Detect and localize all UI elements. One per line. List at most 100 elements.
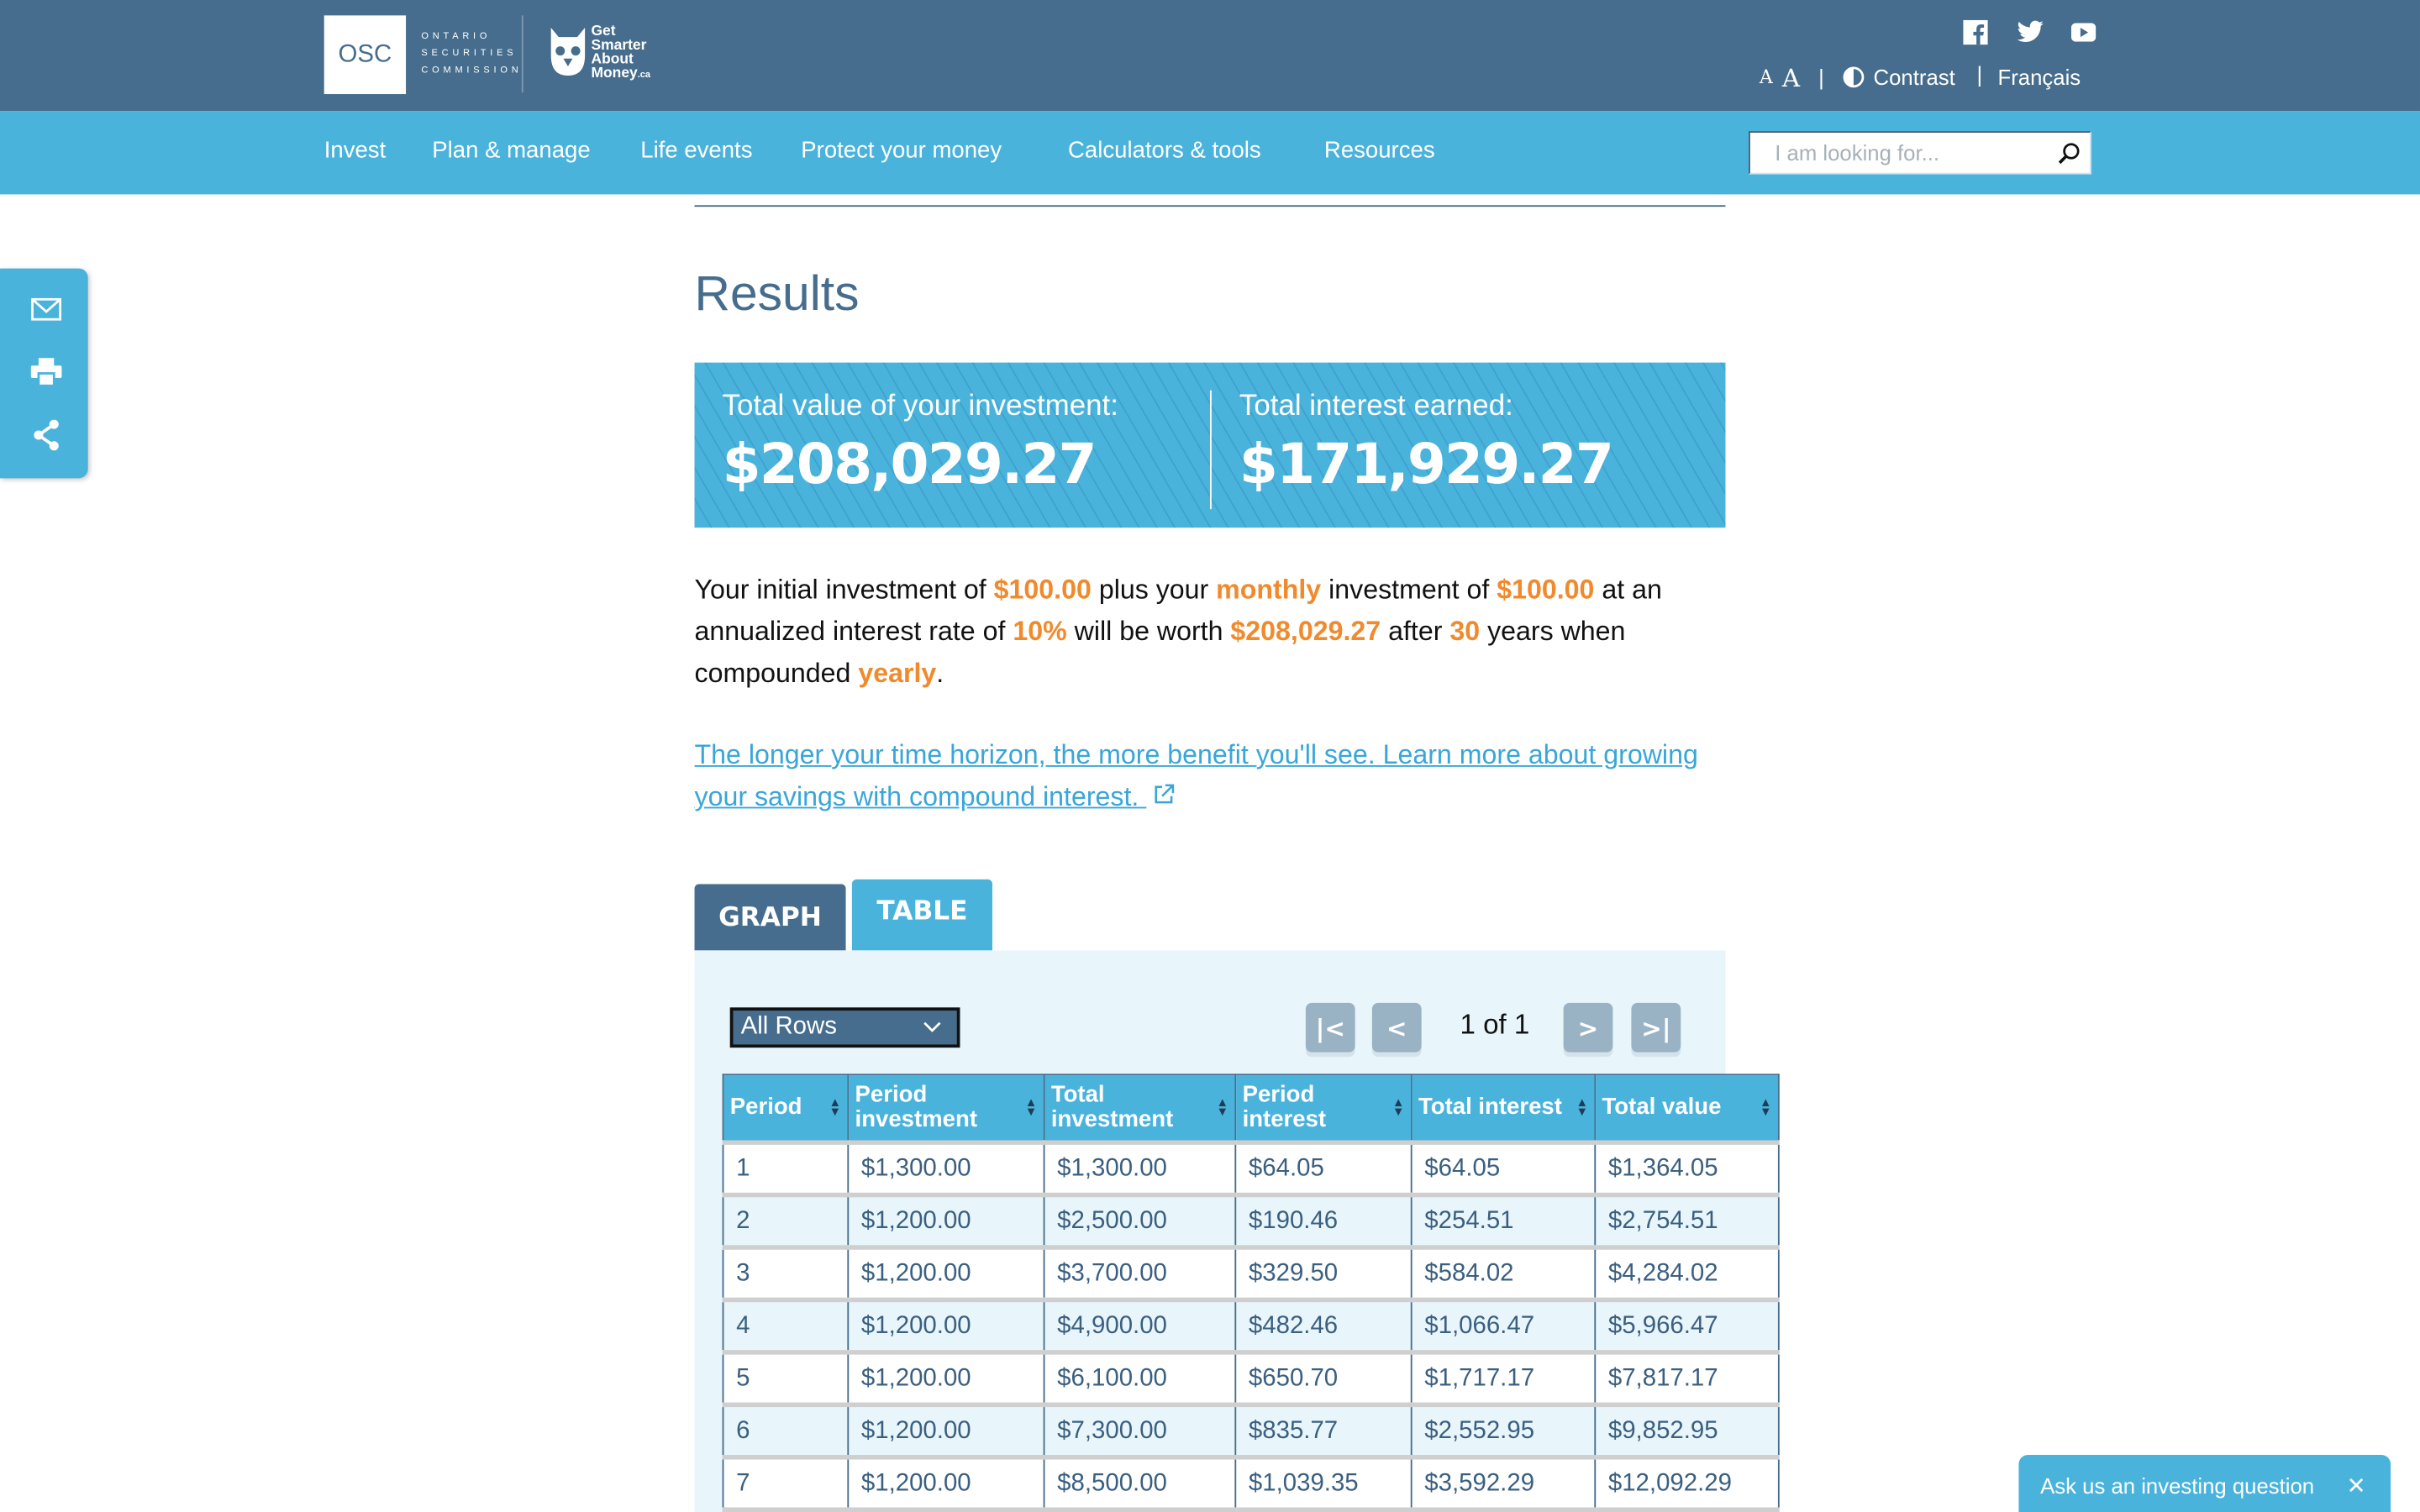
table-cell: $254.51 (1410, 1194, 1597, 1250)
page-title: Results (694, 265, 860, 322)
column-header[interactable]: Period investment ▲ ▼ (847, 1074, 1045, 1145)
table-cell: $12,092.29 (1594, 1457, 1780, 1512)
table-cell: $7,300.00 (1043, 1404, 1237, 1460)
close-icon[interactable]: ✕ (2347, 1472, 2366, 1499)
table-cell: $2,552.95 (1410, 1404, 1597, 1460)
prev-page-button[interactable]: < (1371, 1002, 1422, 1053)
column-header[interactable]: Total investment ▲ ▼ (1043, 1074, 1237, 1145)
table-cell: 4 (722, 1299, 850, 1355)
nav-protect-your-money[interactable]: Protect your money (801, 137, 1002, 163)
facebook-icon[interactable] (1963, 19, 1988, 45)
column-header[interactable]: Period ▲ ▼ (722, 1074, 850, 1145)
next-page-button[interactable]: > (1563, 1002, 1613, 1053)
divider: | (1818, 65, 1824, 90)
sort-icon[interactable]: ▲ ▼ (1760, 1096, 1772, 1118)
divider (694, 205, 1726, 207)
font-size-controls: A A | Contrast | Français (1760, 61, 2081, 92)
total-interest: $171,929.27 (1239, 433, 1614, 497)
sort-icon[interactable]: ▲ ▼ (1576, 1096, 1588, 1118)
table-cell: $64.05 (1410, 1142, 1597, 1198)
results-summary: Total value of your investment: $208,029… (694, 362, 1726, 528)
gsam-logo[interactable]: Get Smarter About Money.ca (591, 24, 650, 83)
total-value: $208,029.27 (722, 433, 1097, 497)
youtube-icon[interactable] (2070, 23, 2096, 42)
nav-life-events[interactable]: Life events (640, 137, 752, 163)
table-cell: 6 (722, 1404, 850, 1460)
table-cell: $1,300.00 (1043, 1142, 1237, 1198)
font-large-button[interactable]: A (1782, 62, 1800, 92)
osc-name: ONTARIO SECURITIES COMMISSION (421, 32, 523, 76)
tab-table[interactable]: TABLE (851, 879, 993, 951)
compound-interest-link[interactable]: The longer your time horizon, the more b… (695, 734, 1744, 817)
table-cell: $584.02 (1410, 1247, 1597, 1303)
sort-icon[interactable]: ▲ ▼ (1025, 1096, 1038, 1118)
chevron-down-icon (923, 1021, 941, 1032)
table-cell: $3,700.00 (1043, 1247, 1237, 1303)
page-indicator: 1 of 1 (1460, 1009, 1530, 1040)
contrast-icon (1843, 66, 1865, 88)
sort-icon[interactable]: ▲ ▼ (829, 1096, 841, 1118)
results-description: Your initial investment of $100.00 plus … (694, 574, 1662, 689)
contrast-button[interactable]: Contrast (1843, 65, 1955, 90)
sort-icon[interactable]: ▲ ▼ (1216, 1096, 1228, 1118)
table-cell: $4,900.00 (1043, 1299, 1237, 1355)
ask-question-button[interactable]: Ask us an investing question ✕ (2018, 1455, 2391, 1512)
table-cell: $7,817.17 (1594, 1352, 1780, 1408)
rows-select[interactable]: All Rows (729, 1007, 960, 1048)
results-table: Period ▲ ▼ Period investment ▲ ▼ Total investm… (722, 1074, 1780, 1512)
search-input[interactable] (1771, 139, 2056, 167)
table-row: 7 $1,200.00 $8,500.00 $1,039.35 $3,592.29 $12… (722, 1457, 1780, 1512)
table-cell: $2,754.51 (1594, 1194, 1780, 1250)
column-header[interactable]: Total value ▲ ▼ (1594, 1074, 1780, 1145)
table-row: 2 $1,200.00 $2,500.00 $190.46 $254.51 $2,754.… (722, 1194, 1780, 1250)
table-cell: $1,717.17 (1410, 1352, 1597, 1408)
tab-graph[interactable]: GRAPH (694, 884, 846, 951)
share-sidebar (0, 268, 88, 479)
search-box (1749, 131, 2091, 175)
table-cell: $8,500.00 (1043, 1457, 1237, 1512)
table-cell: $1,200.00 (847, 1404, 1045, 1460)
table-row: 6 $1,200.00 $7,300.00 $835.77 $2,552.95 $9,85… (722, 1404, 1780, 1460)
divider (1209, 390, 1212, 510)
table-cell: $9,852.95 (1594, 1404, 1780, 1460)
table-cell: $1,200.00 (847, 1247, 1045, 1303)
total-value-label: Total value of your investment: (722, 390, 1118, 423)
language-link[interactable]: Français (1998, 65, 2081, 89)
table-cell: 2 (722, 1194, 850, 1250)
last-page-button[interactable]: >| (1631, 1002, 1681, 1053)
table-cell: $190.46 (1234, 1194, 1413, 1250)
total-interest-label: Total interest earned: (1239, 390, 1513, 423)
table-cell: $1,364.05 (1594, 1142, 1780, 1198)
table-cell: $1,200.00 (847, 1352, 1045, 1408)
font-small-button[interactable]: A (1760, 66, 1773, 88)
nav-resources[interactable]: Resources (1324, 137, 1435, 163)
logo-divider (521, 15, 523, 93)
table-cell: 7 (722, 1457, 850, 1512)
column-header[interactable]: Total interest ▲ ▼ (1410, 1074, 1597, 1145)
twitter-icon[interactable] (2017, 20, 2044, 44)
table-cell: $835.77 (1234, 1404, 1413, 1460)
share-icon[interactable] (33, 419, 60, 451)
table-cell: $4,284.02 (1594, 1247, 1780, 1303)
email-icon[interactable] (31, 297, 62, 321)
nav-calculators-tools[interactable]: Calculators & tools (1068, 137, 1261, 163)
table-row: 3 $1,200.00 $3,700.00 $329.50 $584.02 $4,284.… (722, 1247, 1780, 1303)
table-cell: $1,200.00 (847, 1457, 1045, 1512)
search-icon[interactable] (2057, 142, 2081, 165)
nav-plan-manage[interactable]: Plan & manage (432, 137, 590, 163)
table-cell: 3 (722, 1247, 850, 1303)
table-cell: $329.50 (1234, 1247, 1413, 1303)
nav-invest[interactable]: Invest (324, 137, 387, 163)
first-page-button[interactable]: |< (1305, 1002, 1355, 1053)
table-cell: $1,200.00 (847, 1194, 1045, 1250)
table-cell: 5 (722, 1352, 850, 1408)
osc-logo[interactable]: OSC (324, 15, 407, 95)
sort-icon[interactable]: ▲ ▼ (1392, 1096, 1405, 1118)
table-cell: $650.70 (1234, 1352, 1413, 1408)
table-cell: 1 (722, 1142, 850, 1198)
column-header[interactable]: Period interest ▲ ▼ (1234, 1074, 1413, 1145)
table-cell: $6,100.00 (1043, 1352, 1237, 1408)
print-icon[interactable] (30, 358, 62, 386)
table-cell: $2,500.00 (1043, 1194, 1237, 1250)
table-cell: $1,200.00 (847, 1299, 1045, 1355)
